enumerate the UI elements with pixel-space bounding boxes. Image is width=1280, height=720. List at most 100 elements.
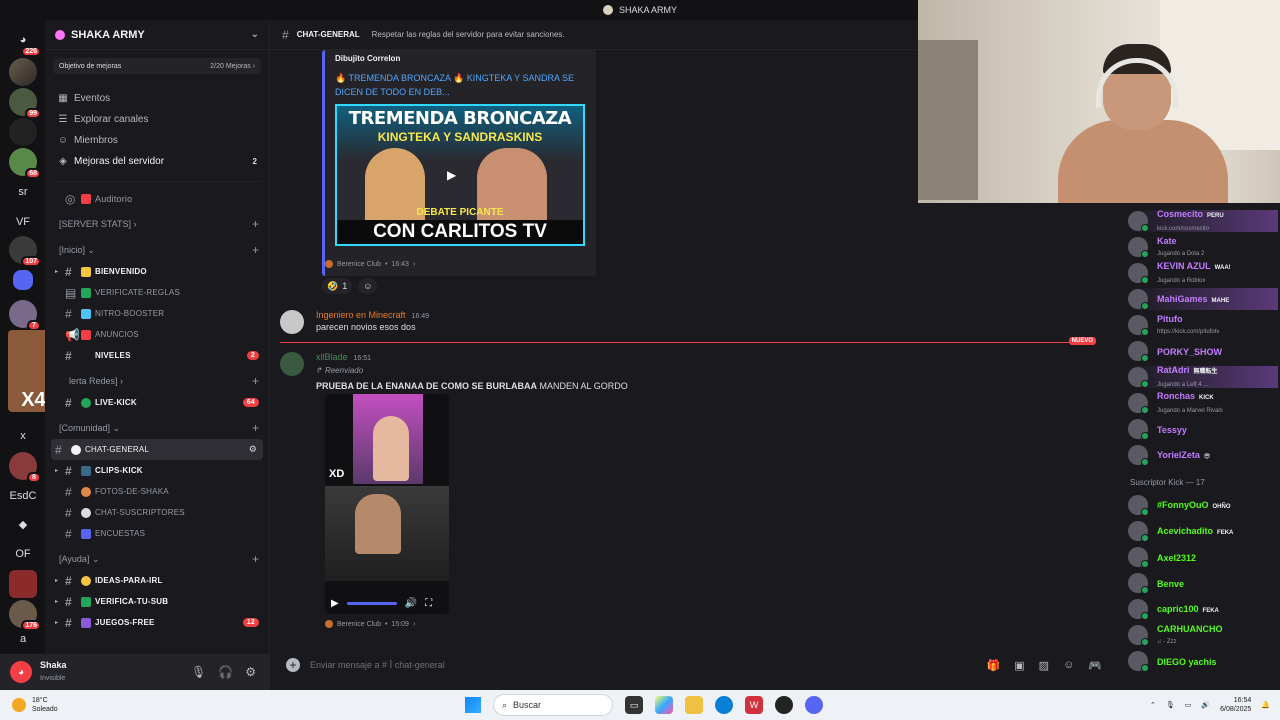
server-icon[interactable]: 99 [9, 88, 41, 119]
file-explorer-icon[interactable] [685, 696, 703, 714]
server-icon[interactable]: EsdC [9, 482, 37, 510]
forward-source[interactable]: Berenice Club • 16:43 › [325, 260, 415, 268]
member-item[interactable]: YorielZeta 😎 [1128, 444, 1278, 466]
wps-icon[interactable]: W [745, 696, 763, 714]
emoji-icon[interactable]: ☺ [1063, 659, 1074, 672]
taskbar-search[interactable]: ⌕ Buscar [493, 694, 613, 716]
add-channel-icon[interactable]: + [252, 243, 259, 257]
message-author[interactable]: Ingeniero en Minecraft [316, 310, 406, 320]
channel-chat-suscriptores[interactable]: # chat-suscriptores [45, 502, 269, 523]
gif-icon[interactable]: ▣ [1014, 659, 1024, 672]
member-item[interactable]: KEVIN AZUL WAA! Jugando a Roblox [1128, 261, 1278, 284]
channel-settings-icon[interactable]: ⚙ [249, 444, 257, 455]
nav-server-boosts[interactable]: ◈ Mejoras del servidor 2 [45, 151, 269, 172]
nav-members[interactable]: ☺ Miembros [45, 130, 269, 151]
edge-icon[interactable] [715, 696, 733, 714]
server-icon[interactable]: 176 [9, 600, 41, 631]
server-icon[interactable]: 8 [9, 452, 41, 483]
discord-home-icon[interactable]: ◕ 226 [9, 26, 41, 57]
play-icon[interactable]: ▶ [331, 598, 339, 609]
volume-icon[interactable]: 🔊 [1201, 701, 1210, 709]
channel-auditorio[interactable]: ◎ Auditorio [45, 188, 269, 209]
channel-encuestas[interactable]: # encuestas [45, 523, 269, 544]
gift-icon[interactable]: 🎁 [987, 659, 1001, 672]
channel-topic[interactable]: Respetar las reglas del servidor para ev… [372, 30, 565, 39]
microphone-icon[interactable]: 🎙 [1166, 701, 1175, 709]
member-item[interactable]: #FonnyOuO OHÑO [1128, 494, 1278, 516]
channel-fotos-de-shaka[interactable]: # fotos-de-shaka [45, 481, 269, 502]
server-icon[interactable]: sr [9, 178, 37, 206]
video-attachment[interactable]: XD ▶ 🔊 ⛶ [325, 394, 449, 614]
copilot-icon[interactable] [655, 696, 673, 714]
member-item[interactable]: DIEGO yachis [1128, 650, 1278, 672]
channel-chat-general[interactable]: # chat-general ⚙ [51, 439, 263, 460]
member-item[interactable]: MahiGames MAHE [1128, 288, 1278, 310]
member-item[interactable]: Acevichadito FEKA [1128, 520, 1278, 542]
avatar[interactable]: ◕ [10, 661, 32, 683]
video-progress[interactable] [346, 601, 397, 605]
chrome-icon[interactable] [775, 696, 793, 714]
member-item[interactable]: PORKY_SHOW [1128, 340, 1278, 362]
member-item[interactable]: CARHUANCHO ♫ - Zzz [1128, 624, 1278, 646]
add-reaction-button[interactable]: ☺ [358, 278, 378, 294]
server-icon[interactable] [9, 570, 37, 598]
server-header[interactable]: SHAKA ARMY ⌄ [45, 20, 269, 50]
server-icon[interactable]: 7 [9, 300, 41, 331]
microphone-icon[interactable]: 🎙 [191, 665, 206, 679]
add-channel-icon[interactable]: + [252, 217, 259, 231]
avatar[interactable] [280, 310, 304, 334]
reaction-laugh[interactable]: 🤣 1 [322, 278, 353, 294]
member-item[interactable]: Benve [1128, 572, 1278, 594]
volume-icon[interactable]: 🔊 [405, 598, 417, 609]
channel-anuncios[interactable]: 📢 anuncios [45, 324, 269, 345]
attach-plus-icon[interactable]: + [286, 658, 300, 672]
fullscreen-icon[interactable]: ⛶ [425, 598, 432, 609]
avatar[interactable] [280, 352, 304, 376]
nav-browse-channels[interactable]: ☰ Explorar canales [45, 109, 269, 130]
embed-title[interactable]: 🔥 TREMENDA BRONCAZA 🔥 KINGTEKA Y SANDRA … [335, 71, 586, 99]
channel-niveles[interactable]: # niveles 2 [45, 345, 269, 366]
category-ayuda[interactable]: [Ayuda] ⌄ + [45, 548, 269, 570]
user-info[interactable]: Shaka Invisible [40, 660, 67, 684]
server-icon[interactable]: x [9, 422, 37, 450]
channel-clips-kick[interactable]: ▸ # clips-kick [45, 460, 269, 481]
notification-icon[interactable]: 🔔 [1261, 701, 1270, 709]
channel-bienvenido[interactable]: ▸ # bienvenido [45, 261, 269, 282]
channel-verifica-tu-sub[interactable]: ▸ # verifica-tu-sub [45, 591, 269, 612]
channel-nitro-booster[interactable]: # nitro-booster [45, 303, 269, 324]
server-icon[interactable]: VF [9, 208, 37, 236]
composer-placeholder[interactable]: Enviar mensaje a # ꟾ chat-general [310, 660, 445, 671]
member-item[interactable]: Cosmecito PERU kick.com/cosmecito [1128, 209, 1278, 232]
windows-start-icon[interactable] [465, 697, 481, 713]
message-author[interactable]: xllBlade [316, 352, 348, 362]
forward-source[interactable]: Berenice Club • 15:09 › [325, 620, 415, 628]
message-composer[interactable]: + Enviar mensaje a # ꟾ chat-general 🎁 ▣ … [280, 648, 1110, 682]
category-server-stats[interactable]: [SERVER STATS] › + [45, 213, 269, 235]
add-channel-icon[interactable]: + [252, 552, 259, 566]
activity-icon[interactable]: 🎮 [1088, 659, 1102, 672]
nav-events[interactable]: ▦ Eventos [45, 88, 269, 109]
member-item[interactable]: Ronchas KICK Jugando a Marvel Rivals [1128, 391, 1278, 414]
category-inicio[interactable]: [Inicio] ⌄ + [45, 239, 269, 261]
server-icon[interactable] [9, 118, 37, 146]
embed-thumbnail[interactable]: TREMENDA BRONCAZA KINGTEKA Y SANDRASKINS… [335, 104, 585, 246]
folder-icon[interactable] [13, 270, 33, 290]
discord-icon[interactable] [805, 696, 823, 714]
sticker-icon[interactable]: ▨ [1039, 659, 1049, 672]
server-icon[interactable]: 107 [9, 236, 41, 267]
embed-author[interactable]: Dibujito Correlon [335, 54, 586, 63]
member-item[interactable]: Kate Jugando a Dota 2 [1128, 236, 1278, 258]
channel-juegos-free[interactable]: ▸ # juegos-free 12 [45, 612, 269, 633]
server-icon[interactable]: OF [9, 540, 37, 568]
clock[interactable]: 16:54 6/08/2025 [1220, 696, 1251, 714]
channel-live-kick[interactable]: # live-kick 64 [45, 392, 269, 413]
member-item[interactable]: Pitufo https://kick.com/pitufotv [1128, 314, 1278, 336]
category-alerta-redes[interactable]: lerta Redes] › + [45, 370, 269, 392]
chevron-up-icon[interactable]: ⌃ [1150, 701, 1156, 709]
add-channel-icon[interactable]: + [252, 374, 259, 388]
server-icon[interactable]: 68 [9, 148, 41, 179]
network-icon[interactable]: ▭ [1185, 701, 1192, 709]
category-comunidad[interactable]: [Comunidad] ⌄ + [45, 417, 269, 439]
headphones-icon[interactable]: 🎧 [218, 665, 233, 679]
member-item[interactable]: RatAdri 無職転生 Jugando a Left 4 ... [1128, 365, 1278, 388]
